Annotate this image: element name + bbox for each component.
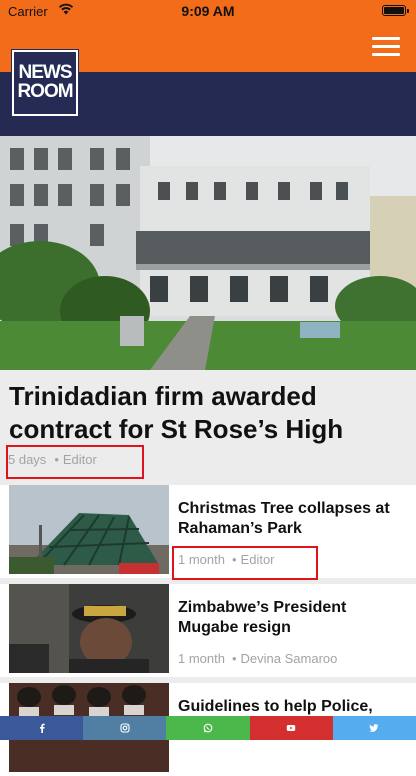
whatsapp-share-button[interactable] (166, 716, 250, 740)
featured-meta: 5 days • Editor (8, 452, 97, 467)
logo-line-1: NEWS (18, 62, 73, 83)
article-title[interactable]: Guidelines to help Police, (178, 697, 408, 717)
twitter-icon (369, 724, 379, 732)
article-meta: 1 month • Devina Samaroo (178, 651, 337, 666)
list-item[interactable]: Christmas Tree collapses at Rahaman’s Pa… (0, 485, 416, 578)
article-meta: 1 month • Editor (178, 552, 275, 567)
featured-title[interactable]: Trinidadian firm awarded contract for St… (9, 380, 409, 446)
facebook-icon (39, 723, 45, 733)
instagram-icon (120, 723, 130, 733)
article-title[interactable]: Christmas Tree collapses at Rahaman’s Pa… (178, 499, 408, 539)
meta-separator: • (231, 651, 237, 666)
clock: 9:09 AM (181, 3, 235, 19)
battery-icon (382, 5, 409, 16)
article-time: 1 month (178, 651, 225, 666)
hamburger-icon[interactable] (372, 35, 400, 57)
instagram-share-button[interactable] (83, 716, 167, 740)
meta-separator: • (54, 452, 59, 467)
article-time: 1 month (178, 552, 225, 567)
meta-separator: • (231, 552, 237, 567)
article-thumbnail[interactable] (9, 485, 169, 574)
article-title[interactable]: Zimbabwe’s President Mugabe resign (178, 598, 408, 638)
newsroom-logo[interactable]: NEWS ROOM (11, 49, 79, 117)
facebook-share-button[interactable] (0, 716, 84, 740)
share-bar (0, 716, 416, 740)
article-author[interactable]: Devina Samaroo (241, 651, 338, 666)
status-bar: Carrier 9:09 AM (0, 0, 416, 22)
whatsapp-icon (203, 723, 213, 733)
logo-line-2: ROOM (17, 81, 73, 102)
youtube-share-button[interactable] (249, 716, 333, 740)
article-author[interactable]: Editor (241, 552, 275, 567)
youtube-icon (287, 725, 296, 731)
twitter-share-button[interactable] (332, 716, 416, 740)
article-thumbnail[interactable] (9, 584, 169, 673)
list-item[interactable]: Zimbabwe’s President Mugabe resign 1 mon… (0, 584, 416, 677)
featured-image[interactable] (0, 136, 416, 370)
featured-time: 5 days (8, 452, 47, 467)
featured-author[interactable]: Editor (63, 452, 97, 467)
